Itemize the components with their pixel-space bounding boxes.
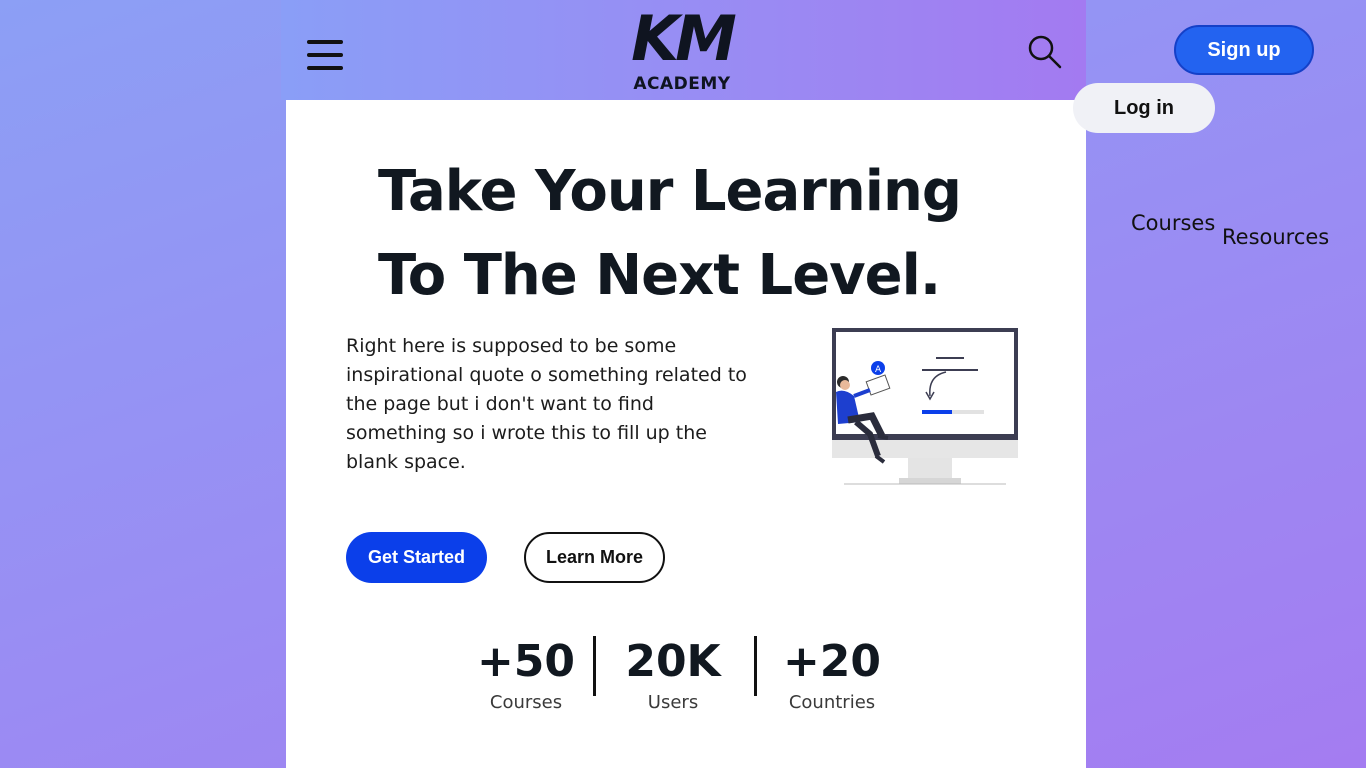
- stat-divider: [593, 636, 596, 696]
- headline-line-1: Take Your Learning: [378, 159, 962, 224]
- svg-text:A: A: [875, 365, 882, 375]
- learn-more-button[interactable]: Learn More: [524, 532, 665, 583]
- nav-link-resources[interactable]: Resources: [1222, 225, 1329, 249]
- main-frame: KM ACADEMY Take Your Learning To The Nex…: [281, 0, 1086, 768]
- login-button[interactable]: Log in: [1073, 83, 1215, 133]
- stat-value: +20: [782, 636, 882, 687]
- stat-label: Courses: [489, 692, 563, 713]
- stat-divider: [754, 636, 757, 696]
- nav-link-courses[interactable]: Courses: [1131, 211, 1215, 235]
- search-icon[interactable]: [1027, 34, 1063, 70]
- top-bar: KM ACADEMY: [281, 0, 1086, 100]
- hero-card: Take Your Learning To The Next Level. Ri…: [286, 100, 1086, 768]
- hamburger-menu-icon[interactable]: [307, 40, 343, 70]
- stat-label: Countries: [788, 692, 876, 713]
- learning-illustration: A: [826, 324, 1026, 489]
- stat-value: 20K: [625, 636, 721, 687]
- signup-button[interactable]: Sign up: [1174, 25, 1314, 75]
- hero-quote: Right here is supposed to be some inspir…: [346, 335, 747, 473]
- stat-label: Users: [647, 692, 699, 713]
- logo-mark: KM: [631, 2, 737, 75]
- get-started-button[interactable]: Get Started: [346, 532, 487, 583]
- headline-line-2: To The Next Level.: [378, 243, 941, 308]
- stat-courses: +50 Courses: [474, 636, 578, 713]
- stat-value: +50: [476, 636, 576, 687]
- logo[interactable]: KM ACADEMY: [626, 6, 738, 96]
- stat-countries: +20 Countries: [776, 636, 888, 713]
- stat-users: 20K Users: [615, 636, 731, 713]
- hero-headline: Take Your Learning To The Next Level.: [378, 150, 1018, 318]
- logo-subtitle: ACADEMY: [633, 74, 731, 94]
